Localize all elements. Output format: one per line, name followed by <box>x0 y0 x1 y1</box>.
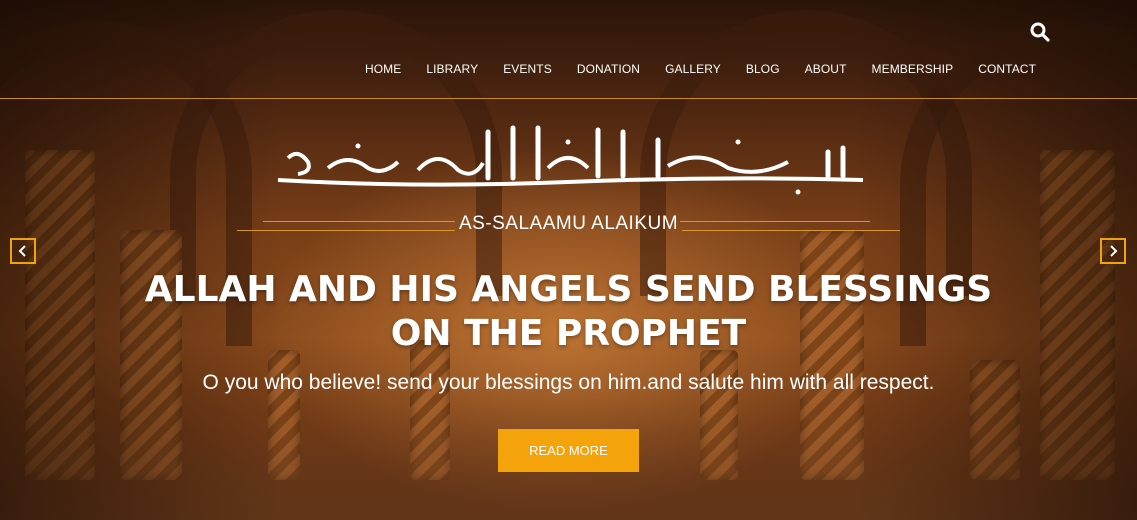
chevron-right-icon <box>1110 245 1118 257</box>
search-icon[interactable] <box>1030 22 1050 42</box>
nav-blog[interactable]: BLOG <box>746 62 780 76</box>
nav-events[interactable]: EVENTS <box>503 62 552 76</box>
main-nav: HOME LIBRARY EVENTS DONATION GALLERY BLO… <box>340 62 1036 76</box>
nav-contact[interactable]: CONTACT <box>978 62 1036 76</box>
slider-next-button[interactable] <box>1100 238 1126 264</box>
nav-donation[interactable]: DONATION <box>577 62 640 76</box>
slide-subtitle: O you who believe! send your blessings o… <box>202 371 935 394</box>
read-more-button[interactable]: READ MORE <box>498 429 639 472</box>
nav-library[interactable]: LIBRARY <box>426 62 478 76</box>
bismillah-calligraphy <box>268 118 873 198</box>
hero-slider: HOME LIBRARY EVENTS DONATION GALLERY BLO… <box>0 0 1137 520</box>
slide-headline: ALLAH AND HIS ANGELS SEND BLESSINGS ON T… <box>0 268 1137 356</box>
slider-prev-button[interactable] <box>10 238 36 264</box>
nav-gallery[interactable]: GALLERY <box>665 62 721 76</box>
greeting-text: AS-SALAAMU ALAIKUM <box>458 213 679 234</box>
nav-home[interactable]: HOME <box>365 62 401 76</box>
headline-line-2: ON THE PROPHET <box>390 313 747 354</box>
nav-membership[interactable]: MEMBERSHIP <box>872 62 954 76</box>
nav-about[interactable]: ABOUT <box>805 62 847 76</box>
greeting-banner: AS-SALAAMU ALAIKUM <box>237 210 900 240</box>
nav-divider <box>0 98 1137 99</box>
headline-line-1: ALLAH AND HIS ANGELS SEND BLESSINGS <box>144 269 993 310</box>
chevron-left-icon <box>18 245 26 257</box>
